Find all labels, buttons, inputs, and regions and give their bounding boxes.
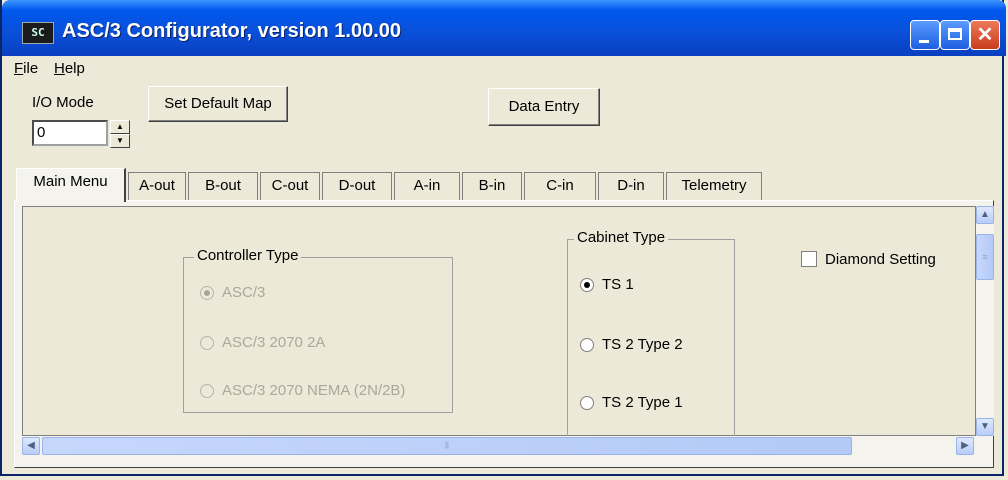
radio-asc3-2070-nema [200,384,214,398]
grip-icon: ≡ [982,252,988,262]
radio-asc3 [200,286,214,300]
radio-ts2-type1-label[interactable]: TS 2 Type 1 [602,394,683,411]
tab-c-in[interactable]: C-in [524,172,596,200]
close-icon: ✕ [976,24,994,46]
scroll-down-icon[interactable]: ▼ [976,418,994,436]
menu-file[interactable]: File [14,60,38,77]
radio-asc3-2070-nema-label: ASC/3 2070 NEMA (2N/2B) [222,382,406,399]
radio-ts2-type1[interactable] [580,396,594,410]
grip-icon-h: ⦀ [445,440,449,451]
data-entry-button[interactable]: Data Entry [488,88,600,126]
diamond-setting-checkbox[interactable] [801,251,817,267]
radio-ts1-label[interactable]: TS 1 [602,276,634,293]
close-button[interactable]: ✕ [970,20,1000,50]
io-mode-input[interactable]: 0 [32,120,108,146]
tab-d-in[interactable]: D-in [598,172,664,200]
radio-ts1-dot [584,282,590,288]
tab-b-out[interactable]: B-out [188,172,258,200]
tab-c-out[interactable]: C-out [260,172,320,200]
vertical-scrollbar[interactable]: ▲ ≡ ▼ [976,206,994,436]
radio-asc3-2070-2a [200,336,214,350]
horizontal-scroll-thumb[interactable]: ⦀ [42,437,852,455]
radio-asc3-2070-2a-label: ASC/3 2070 2A [222,334,326,351]
menu-bar: File Help [4,56,1002,82]
horizontal-scrollbar[interactable]: ◀ ⦀ ▶ [22,436,976,456]
io-mode-spin-up[interactable]: ▲ [110,120,130,134]
radio-asc3-dot [204,290,210,296]
app-icon: SC [22,22,54,44]
tab-b-in[interactable]: B-in [462,172,522,200]
cabinet-type-group: Cabinet Type TS 1 TS 2 Type 2 TS 2 Type … [567,229,735,443]
menu-help-label: elp [64,60,85,77]
tab-d-out[interactable]: D-out [322,172,392,200]
minimize-button[interactable] [910,20,940,50]
menu-help[interactable]: Help [54,60,85,77]
maximize-icon [948,28,962,40]
scroll-left-icon[interactable]: ◀ [22,437,40,455]
diamond-setting-label[interactable]: Diamond Setting [825,251,936,268]
vertical-scroll-thumb[interactable]: ≡ [976,234,994,280]
tab-a-in[interactable]: A-in [394,172,460,200]
menu-file-label: ile [23,60,39,77]
tab-main-menu[interactable]: Main Menu [16,168,126,202]
scroll-content: Controller Type ASC/3 ASC/3 2070 2A ASC/… [22,206,976,443]
maximize-button[interactable] [940,20,970,50]
menu-help-mnemonic: H [54,60,65,77]
radio-ts2-type2[interactable] [580,338,594,352]
io-mode-spin-down[interactable]: ▼ [110,134,130,148]
main-window: SC ASC/3 Configurator, version 1.00.00 ✕… [0,0,1006,476]
radio-asc3-label: ASC/3 [222,284,266,301]
minimize-icon [919,40,929,43]
controller-type-title: Controller Type [194,247,302,264]
controller-type-group: Controller Type ASC/3 ASC/3 2070 2A ASC/… [183,247,453,413]
radio-ts2-type2-label[interactable]: TS 2 Type 2 [602,336,683,353]
scroll-up-icon[interactable]: ▲ [976,206,994,224]
io-mode-label: I/O Mode [32,94,94,111]
menu-file-mnemonic: F [14,60,24,77]
tab-a-out[interactable]: A-out [128,172,186,200]
radio-ts1[interactable] [580,278,594,292]
tab-telemetry[interactable]: Telemetry [666,172,762,200]
set-default-map-button[interactable]: Set Default Map [148,86,288,122]
window-title: ASC/3 Configurator, version 1.00.00 [62,20,401,42]
title-bar[interactable]: SC ASC/3 Configurator, version 1.00.00 ✕ [2,0,1006,56]
scroll-right-icon[interactable]: ▶ [956,437,974,455]
cabinet-type-title: Cabinet Type [574,229,669,246]
